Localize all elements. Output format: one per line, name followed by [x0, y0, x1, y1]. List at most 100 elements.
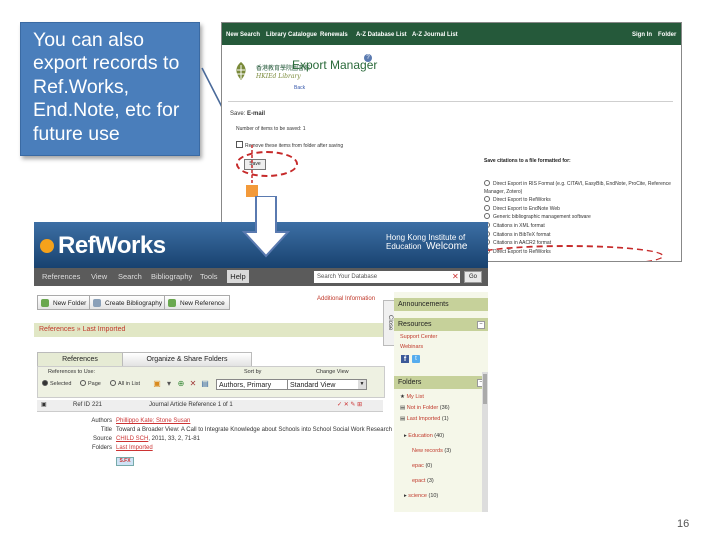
menu-bibliography[interactable]: Bibliography: [151, 272, 192, 281]
authors-value[interactable]: Phillippo Kate; Stone Susan: [116, 418, 190, 424]
tab-organize-share-folders[interactable]: Organize & Share Folders: [122, 352, 252, 367]
bibliography-icon: [93, 299, 101, 307]
folder-item[interactable]: epac (0): [412, 463, 432, 469]
reference-action-icons-row[interactable]: ✓ ✕ ✎ ⊞: [337, 400, 362, 411]
menu-search[interactable]: Search: [118, 272, 142, 281]
resources-header[interactable]: Resources –: [394, 318, 488, 331]
radio-all-in-list[interactable]: All in List: [110, 380, 140, 387]
folder-item[interactable]: ▤ Not in Folder (36): [400, 405, 450, 411]
folder-item[interactable]: epact (3): [412, 478, 434, 484]
export-option-label: Direct Export in RIS Format (e.g. CITAVI…: [484, 181, 671, 195]
nav-library-catalogue[interactable]: Library Catalogue: [266, 32, 317, 38]
search-go-button[interactable]: Go: [464, 271, 482, 283]
export-option-label: Direct Export to EndNote Web: [493, 205, 560, 212]
change-view-select[interactable]: Standard View ▼: [287, 379, 367, 390]
callout-line: Ref.Works,: [33, 75, 130, 98]
sort-by-label: Sort by: [244, 369, 262, 375]
folder-name: science: [408, 493, 427, 499]
new-reference-button[interactable]: New Reference: [164, 295, 230, 310]
folder-name: New records: [412, 448, 443, 454]
new-folder-button[interactable]: New Folder: [37, 295, 92, 310]
radio-selected[interactable]: Selected: [42, 380, 71, 387]
clear-search-icon[interactable]: ✕: [452, 272, 459, 281]
source-value: CHILD SCH, 2011, 33, 2, 71-81: [116, 436, 200, 442]
folder-count: (3): [427, 478, 434, 484]
radio-icon: [42, 380, 48, 386]
folder-item[interactable]: ▸ science (10): [404, 493, 438, 499]
radio-button[interactable]: [484, 204, 490, 211]
nav-database-list[interactable]: A-Z Database List: [356, 32, 407, 38]
facebook-icon[interactable]: f: [401, 355, 409, 363]
folders-value[interactable]: Last Imported: [116, 445, 153, 451]
source-journal-link[interactable]: CHILD SCH: [116, 436, 148, 442]
ref-id-label: Ref ID: [73, 402, 91, 408]
library-name-en: HKIEd Library: [256, 73, 301, 80]
print-icon[interactable]: ▤: [200, 379, 210, 389]
export-option-label: Citations in BibTeX format: [493, 231, 551, 238]
nav-folder[interactable]: Folder: [658, 32, 676, 38]
twitter-icon[interactable]: t: [412, 355, 420, 363]
divider: [228, 101, 673, 102]
callout-box: You can also export records to Ref.Works…: [20, 22, 200, 156]
menu-references[interactable]: References: [42, 272, 80, 281]
checkbox[interactable]: [236, 141, 243, 148]
back-link[interactable]: Back: [294, 85, 305, 91]
radio-button[interactable]: [484, 180, 490, 186]
help-icon[interactable]: ?: [364, 54, 372, 62]
nav-renewals[interactable]: Renewals: [320, 32, 348, 38]
authors-label: Authors: [91, 418, 112, 424]
announcements-header[interactable]: Announcements: [394, 298, 488, 311]
save-method-select[interactable]: E-mail: [247, 111, 265, 117]
folder-item[interactable]: ▤ Last Imported (1): [400, 416, 449, 422]
callout-line: future use: [33, 122, 120, 145]
radio-button[interactable]: [484, 196, 490, 203]
folder-name: My List: [406, 394, 424, 400]
menu-view[interactable]: View: [91, 272, 107, 281]
nav-sign-in[interactable]: Sign In: [632, 32, 652, 38]
export-option[interactable]: Citations in XML format: [484, 221, 681, 231]
delete-icon[interactable]: ✕: [188, 379, 198, 389]
export-option[interactable]: Citations in BibTeX format: [484, 230, 681, 240]
nav-new-search[interactable]: New Search: [226, 32, 260, 38]
source-label: Source: [92, 436, 112, 442]
sfx-button[interactable]: S.FX: [116, 457, 134, 466]
folder-count: (0): [425, 463, 433, 469]
additional-information-link[interactable]: Additional Information: [317, 296, 375, 302]
export-option[interactable]: Direct Export to RefWorks: [484, 196, 681, 205]
radio-page[interactable]: Page: [80, 380, 101, 387]
radio-page-label: Page: [88, 381, 101, 387]
tab-references[interactable]: References: [37, 352, 123, 367]
collapse-icon[interactable]: –: [477, 321, 485, 329]
export-option[interactable]: Generic bibliographic management softwar…: [484, 213, 681, 222]
folders-label: Folders: [91, 445, 112, 451]
export-option[interactable]: Direct Export in RIS Format (e.g. CITAVI…: [484, 180, 681, 196]
dropdown-icon[interactable]: ▾: [164, 379, 174, 389]
reference-count: Journal Article Reference 1 of 1: [149, 402, 233, 408]
sort-by-select[interactable]: Authors, Primary▼: [216, 379, 296, 390]
radio-all-label: All in List: [118, 381, 141, 387]
folders-header[interactable]: Folders –: [394, 376, 488, 389]
export-option[interactable]: Direct Export to EndNote Web: [484, 204, 681, 214]
menu-tools[interactable]: Tools: [200, 272, 218, 281]
change-view-label: Change View: [316, 369, 349, 375]
add-icon[interactable]: ⊕: [176, 379, 186, 389]
create-bibliography-button[interactable]: Create Bibliography: [89, 295, 168, 310]
folder-item[interactable]: New records (3): [412, 448, 451, 454]
scrollbar-thumb[interactable]: [483, 374, 487, 404]
folder-name: Not in Folder: [406, 405, 439, 411]
folder-add-icon[interactable]: ▣: [152, 379, 162, 389]
reference-checkbox-icon[interactable]: ▣: [41, 400, 47, 411]
menu-help[interactable]: Help: [227, 270, 249, 283]
welcome-text: Welcome: [426, 241, 468, 252]
folder-item[interactable]: ▸ Education (40): [404, 433, 444, 439]
webinars-link[interactable]: Webinars: [400, 344, 423, 350]
nav-journal-list[interactable]: A-Z Journal List: [412, 32, 458, 38]
scrollbar[interactable]: [482, 372, 488, 512]
radio-icon: [110, 380, 116, 386]
radio-button[interactable]: [484, 213, 490, 220]
folder-item[interactable]: ★ My List: [400, 394, 424, 400]
support-center-link[interactable]: Support Center: [400, 334, 437, 340]
search-input[interactable]: Search Your Database: [314, 271, 460, 283]
announcements-label: Announcements: [398, 301, 449, 308]
breadcrumb-references[interactable]: References: [39, 326, 75, 333]
